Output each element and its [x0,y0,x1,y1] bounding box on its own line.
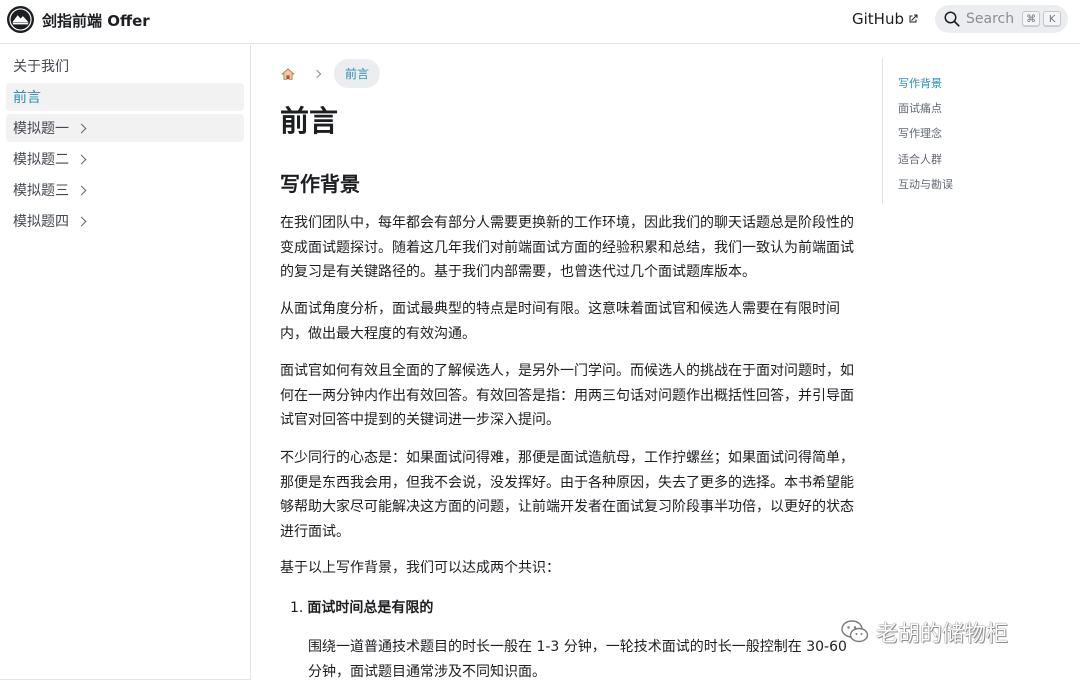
chevron-right-icon [76,216,87,227]
github-link-label: GitHub [852,10,904,28]
list-item-title: 1. 面试时间总是有限的 [290,596,433,620]
sidebar-item-label: 前言 [13,90,41,106]
sidebar-item-mock-exam-3[interactable]: 模拟题三 [6,176,244,204]
section-heading: 写作背景 [280,172,360,196]
toc-item-interview-pain-points[interactable]: 面试痛点 [898,100,942,116]
toc-item-writing-philosophy[interactable]: 写作理念 [898,125,942,141]
site-title[interactable]: 剑指前端 Offer [42,10,150,31]
chevron-right-icon [76,123,87,134]
watermark-text: 老胡的储物柜 [876,622,1009,647]
search-icon [944,11,960,27]
sidebar-item-label: 模拟题一 [13,121,69,137]
command-key-hint: ⌘ [1022,11,1041,27]
docs-sidebar: 关于我们 前言 模拟题一 模拟题二 模拟题三 模拟题四 [0,45,251,680]
sidebar-item-mock-exam-1[interactable]: 模拟题一 [6,114,244,142]
sidebar-item-label: 关于我们 [13,59,69,75]
github-link[interactable]: GitHub [852,10,919,28]
page-title: 前言 [280,104,339,138]
toc-item-target-audience[interactable]: 适合人群 [898,151,942,167]
search-button[interactable]: Search ⌘ K [935,5,1068,33]
wechat-icon [841,620,869,643]
chevron-right-icon [76,185,87,196]
top-navbar: 剑指前端 Offer GitHub Search ⌘ K [0,0,1080,44]
sidebar-item-mock-exam-2[interactable]: 模拟题二 [6,145,244,173]
article-paragraph: 基于以上写作背景，我们可以达成两个共识： [280,560,560,576]
sidebar-item-preface[interactable]: 前言 [6,83,244,111]
breadcrumb-current: 前言 [334,59,381,88]
table-of-contents: 写作背景 面试痛点 写作理念 适合人群 互动与勘误 [882,58,1072,204]
toc-item-writing-background[interactable]: 写作背景 [898,75,942,91]
site-logo-icon[interactable] [7,6,34,33]
breadcrumb: 前言 [280,59,381,88]
sidebar-item-mock-exam-4[interactable]: 模拟题四 [6,207,244,235]
search-placeholder: Search [966,11,1015,27]
home-icon[interactable] [280,66,296,82]
chevron-right-icon [312,69,322,78]
article-paragraph: 在我们团队中，每年都会有部分人需要更换新的工作环境，因此我们的聊天话题总是阶段性… [280,215,854,280]
sidebar-item-about[interactable]: 关于我们 [6,52,244,80]
sidebar-item-label: 模拟题二 [13,152,69,168]
k-key-hint: K [1043,11,1062,27]
external-link-icon [909,14,918,23]
list-item-number: 1. [290,600,304,616]
wechat-watermark: 老胡的储物柜 [840,616,1008,648]
article-paragraph: 从面试角度分析，面试最典型的特点是时间有限。这意味着面试官和候选人需要在有限时间… [280,301,840,342]
article-paragraph: 面试官如何有效且全面的了解候选人，是另外一门学问。而候选人的挑战在于面对问题时，… [280,363,854,428]
list-item-body: 围绕一道普通技术题目的时长一般在 1-3 分钟，一轮技术面试的时长一般控制在 3… [308,639,847,680]
list-item-heading: 面试时间总是有限的 [307,600,434,616]
toc-item-feedback-errata[interactable]: 互动与勘误 [898,176,953,192]
chevron-right-icon [76,154,87,165]
sidebar-item-label: 模拟题三 [13,183,69,199]
sidebar-item-label: 模拟题四 [13,214,69,230]
article-paragraph: 不少同行的心态是：如果面试问得难，那便是面试造航母，工作拧螺丝；如果面试问得简单… [280,450,854,540]
